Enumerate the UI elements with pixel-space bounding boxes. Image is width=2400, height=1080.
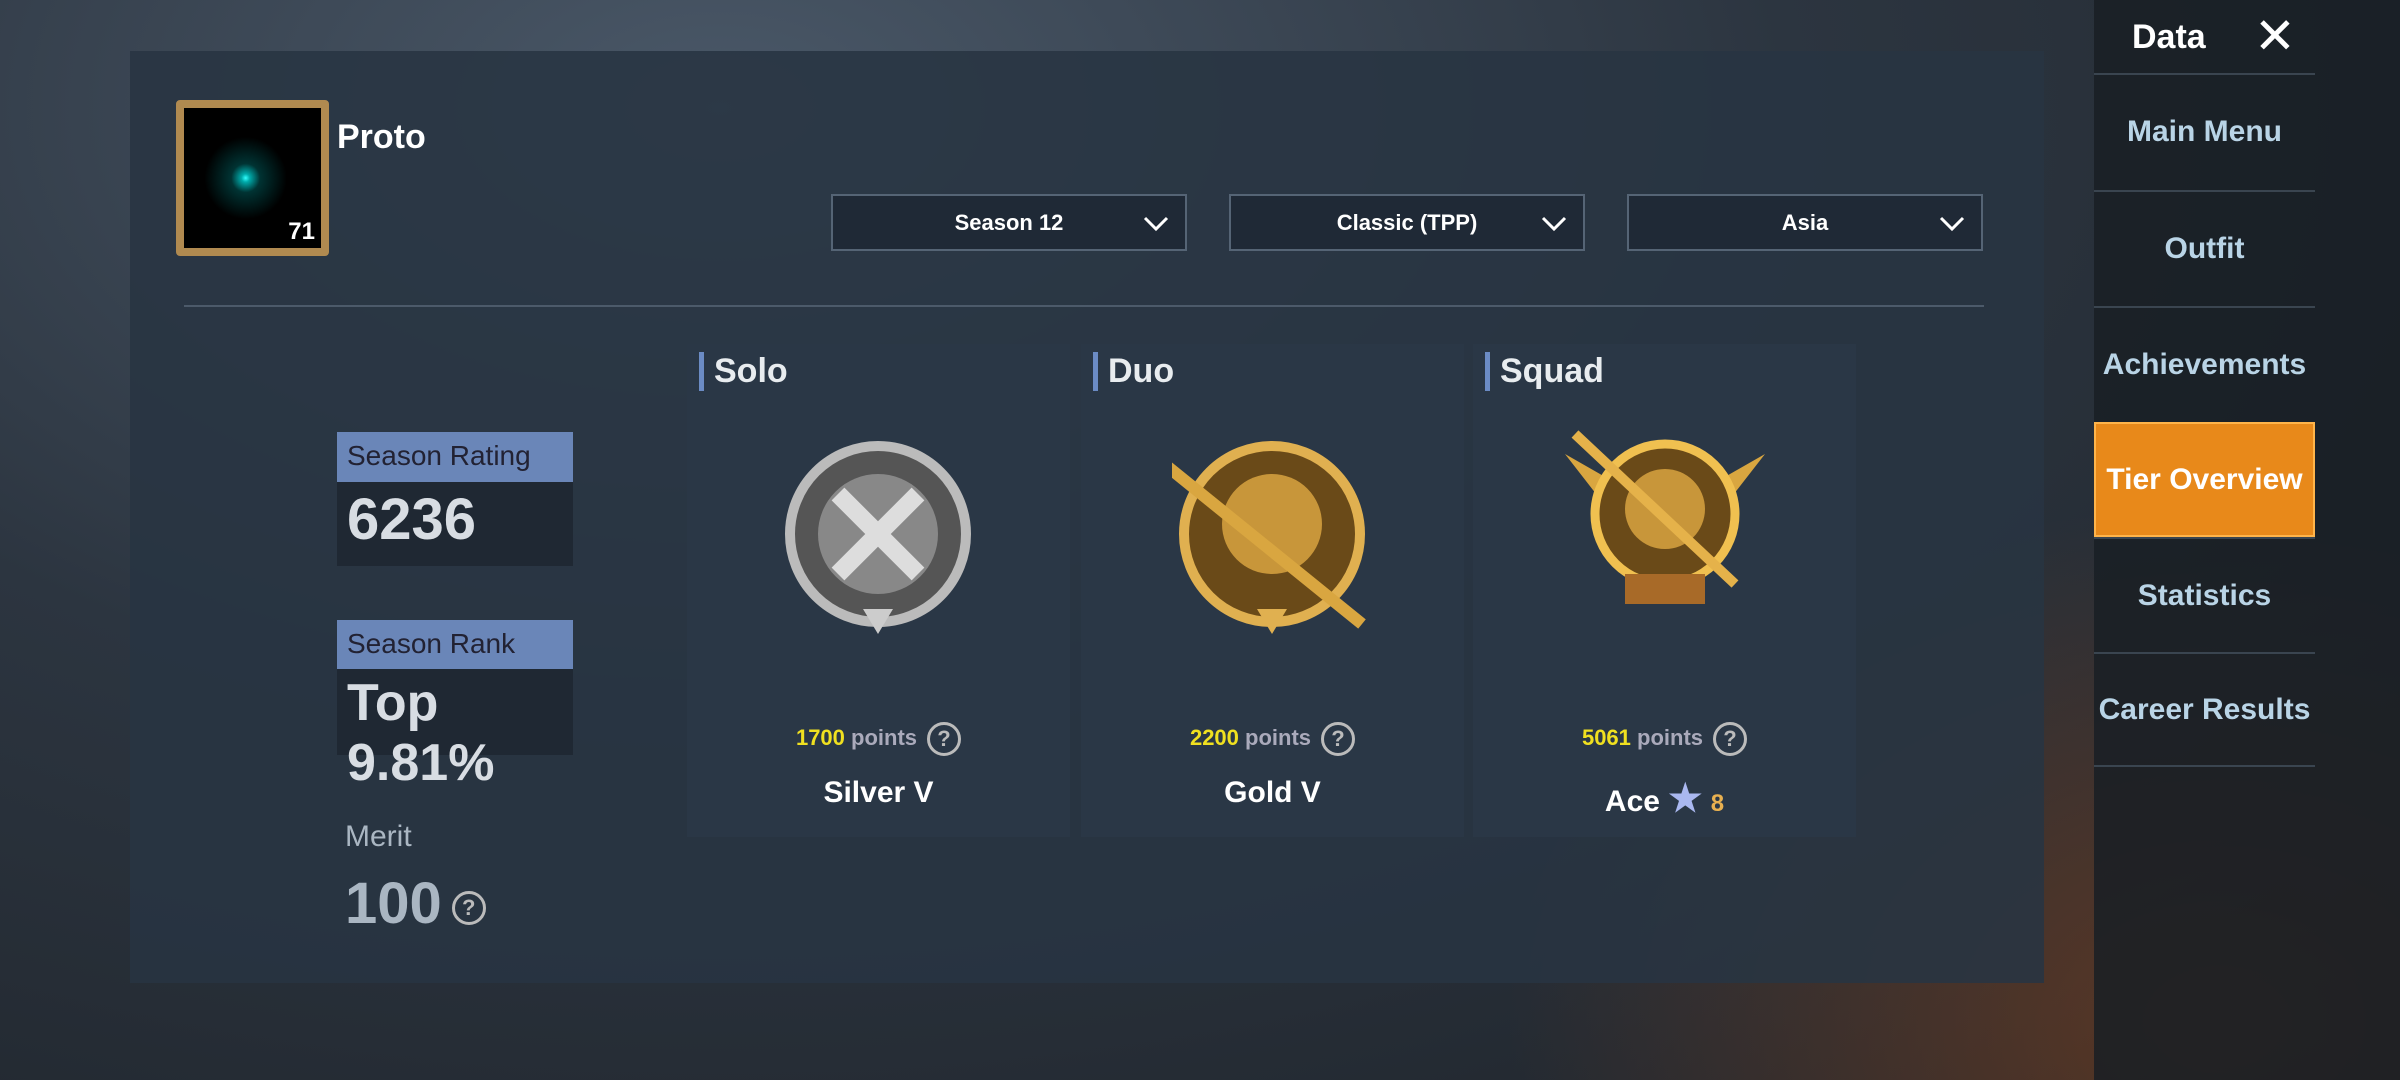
tier-name: Ace <box>1604 785 1660 818</box>
chevron-down-icon <box>1143 216 1169 232</box>
season-rank-value: Top 9.81% <box>337 669 573 792</box>
tier-name: Gold V <box>1224 776 1321 809</box>
season-rank-label: Season Rank <box>337 620 573 670</box>
points-value: 5061 <box>1581 724 1631 750</box>
sidebar-item-career-results[interactable]: Career Results <box>2094 652 2315 767</box>
sidebar-item-statistics[interactable]: Statistics <box>2094 537 2315 652</box>
sidebar-item-outfit[interactable]: Outfit <box>2094 190 2315 305</box>
star-icon: ★ <box>1668 778 1703 820</box>
solo-card[interactable]: Solo 1700 points? Silver V <box>687 344 1070 837</box>
points-label: points <box>1637 724 1704 750</box>
ace-medal-icon <box>1565 430 1765 604</box>
card-title: Squad <box>1485 352 1604 391</box>
help-icon[interactable]: ? <box>451 890 486 925</box>
season-rating-label: Season Rating <box>337 432 573 482</box>
region-dropdown[interactable]: Asia <box>1627 194 1983 251</box>
card-title: Solo <box>699 352 788 391</box>
points-label: points <box>851 724 918 750</box>
mode-value: Classic (TPP) <box>1336 209 1478 235</box>
mode-dropdown[interactable]: Classic (TPP) <box>1229 194 1585 251</box>
card-title: Duo <box>1093 352 1174 391</box>
season-dropdown[interactable]: Season 12 <box>831 194 1187 251</box>
player-name: Proto <box>337 118 426 156</box>
star-count: 8 <box>1710 790 1725 817</box>
points-row: 5061 points? <box>1473 722 1856 756</box>
divider <box>184 305 1984 307</box>
chevron-down-icon <box>1939 216 1965 232</box>
points-label: points <box>1245 724 1312 750</box>
sidebar-item-main-menu[interactable]: Main Menu <box>2094 73 2315 188</box>
silver-medal-icon <box>785 441 971 634</box>
squad-card[interactable]: Squad 5061 points? Ace ★ 8 <box>1473 344 1856 837</box>
sidebar-item-achievements[interactable]: Achievements <box>2094 306 2315 421</box>
sidebar-item-tier-overview[interactable]: Tier Overview <box>2094 422 2315 537</box>
sidebar: Data ✕ Main Menu Outfit Achievements Tie… <box>2094 0 2400 1080</box>
help-icon[interactable]: ? <box>927 722 962 756</box>
merit-value: 100 <box>345 871 442 936</box>
points-row: 1700 points? <box>687 722 1070 756</box>
season-rating-value: 6236 <box>337 482 573 566</box>
close-icon[interactable]: ✕ <box>2254 11 2296 61</box>
points-value: 1700 <box>795 724 845 750</box>
help-icon[interactable]: ? <box>1321 722 1356 756</box>
duo-card[interactable]: Duo 2200 points? Gold V <box>1081 344 1464 837</box>
season-value: Season 12 <box>954 209 1064 235</box>
merit-label: Merit <box>345 820 412 853</box>
help-icon[interactable]: ? <box>1713 722 1748 756</box>
gold-medal-icon <box>1172 441 1366 634</box>
points-value: 2200 <box>1189 724 1239 750</box>
sidebar-title: Data <box>2132 18 2206 56</box>
merit-row: 100? <box>345 870 486 937</box>
avatar[interactable]: 71 <box>176 100 329 256</box>
chevron-down-icon <box>1541 216 1567 232</box>
tier-row: Ace ★ 8 <box>1473 776 1856 821</box>
player-level: 71 <box>288 218 315 245</box>
points-row: 2200 points? <box>1081 722 1464 756</box>
region-value: Asia <box>1781 209 1829 235</box>
tier-name: Silver V <box>823 776 934 809</box>
